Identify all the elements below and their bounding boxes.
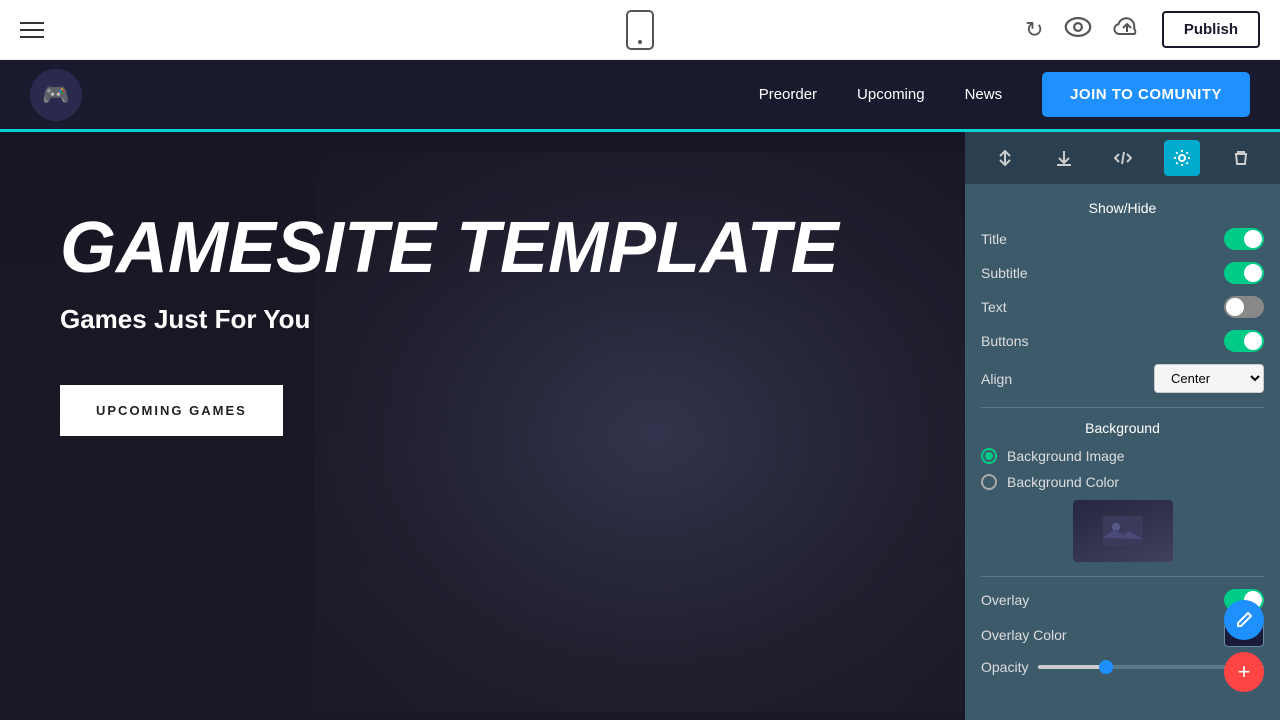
subtitle-toggle-label: Subtitle <box>981 265 1028 281</box>
hero-content: GAMESITE TEMPLATE Games Just For You UPC… <box>0 132 965 516</box>
toolbar-center <box>626 10 654 50</box>
settings-tool-button[interactable] <box>1164 140 1200 176</box>
background-color-radio[interactable] <box>981 474 997 490</box>
nav-link-upcoming[interactable]: Upcoming <box>857 86 925 103</box>
text-toggle[interactable] <box>1224 296 1264 318</box>
text-toggle-label: Text <box>981 299 1007 315</box>
subtitle-toggle[interactable] <box>1224 262 1264 284</box>
opacity-label: Opacity <box>981 659 1028 675</box>
title-toggle-knob <box>1244 230 1262 248</box>
panel-toolbar <box>965 132 1280 184</box>
align-label: Align <box>981 371 1012 387</box>
opacity-slider-thumb[interactable] <box>1099 660 1113 674</box>
nav-link-preorder[interactable]: Preorder <box>759 86 817 103</box>
toolbar-right: ↺ Publish <box>1025 11 1260 48</box>
opacity-slider-fill <box>1038 665 1106 669</box>
background-image-radio-row: Background Image <box>981 448 1264 464</box>
publish-label: Publish <box>1184 21 1238 38</box>
background-color-radio-row: Background Color <box>981 474 1264 490</box>
logo-image: 🎮 <box>30 69 82 121</box>
join-community-button[interactable]: JOIN TO COMUNITY <box>1042 72 1250 117</box>
overlay-color-label: Overlay Color <box>981 627 1067 643</box>
publish-button[interactable]: Publish <box>1162 11 1260 48</box>
background-image-radio[interactable] <box>981 448 997 464</box>
show-hide-label: Show/Hide <box>981 200 1264 216</box>
divider-1 <box>981 407 1264 408</box>
nav-logo: 🎮 <box>30 69 82 121</box>
add-float-button[interactable]: + <box>1224 652 1264 692</box>
sort-tool-button[interactable] <box>987 140 1023 176</box>
edit-float-button[interactable] <box>1224 600 1264 640</box>
panel-content: Show/Hide Title Subtitle Text <box>965 184 1280 720</box>
text-toggle-knob <box>1226 298 1244 316</box>
divider-2 <box>981 576 1264 577</box>
buttons-toggle-row: Buttons <box>981 330 1264 352</box>
overlay-toggle-label: Overlay <box>981 592 1029 608</box>
mobile-preview-icon[interactable] <box>626 10 654 50</box>
content-row: GAMESITE TEMPLATE Games Just For You UPC… <box>0 132 1280 720</box>
upcoming-games-button[interactable]: UPCOMING GAMES <box>60 385 283 436</box>
nav-link-news[interactable]: News <box>965 86 1003 103</box>
toolbar-left <box>20 22 44 38</box>
add-icon: + <box>1238 661 1251 683</box>
buttons-toggle-knob <box>1244 332 1262 350</box>
opacity-row: Opacity <box>981 659 1264 675</box>
cloud-upload-icon[interactable] <box>1112 16 1142 43</box>
align-row: Align Center Left Right <box>981 364 1264 393</box>
hero-subtitle: Games Just For You <box>60 304 905 335</box>
image-preview-inner <box>1073 500 1173 562</box>
text-toggle-row: Text <box>981 296 1264 318</box>
logo-emoji: 🎮 <box>42 82 69 108</box>
buttons-toggle-label: Buttons <box>981 333 1028 349</box>
title-toggle-row: Title <box>981 228 1264 250</box>
subtitle-toggle-row: Subtitle <box>981 262 1264 284</box>
title-toggle-label: Title <box>981 231 1007 247</box>
delete-tool-button[interactable] <box>1223 140 1259 176</box>
hero-title: GAMESITE TEMPLATE <box>60 212 905 284</box>
background-image-label: Background Image <box>1007 448 1125 464</box>
subtitle-toggle-knob <box>1244 264 1262 282</box>
nav-bar: 🎮 Preorder Upcoming News JOIN TO COMUNIT… <box>0 60 1280 132</box>
top-toolbar: ↺ Publish <box>0 0 1280 60</box>
background-color-label: Background Color <box>1007 474 1119 490</box>
align-select[interactable]: Center Left Right <box>1154 364 1264 393</box>
hamburger-menu-icon[interactable] <box>20 22 44 38</box>
overlay-color-row: Overlay Color <box>981 623 1264 647</box>
download-tool-button[interactable] <box>1046 140 1082 176</box>
eye-icon[interactable] <box>1064 17 1092 42</box>
background-image-preview[interactable] <box>1073 500 1173 562</box>
undo-icon[interactable]: ↺ <box>1025 17 1043 43</box>
right-panel: Show/Hide Title Subtitle Text <box>965 132 1280 720</box>
title-toggle[interactable] <box>1224 228 1264 250</box>
nav-links: Preorder Upcoming News JOIN TO COMUNITY <box>759 72 1250 117</box>
hero-section: GAMESITE TEMPLATE Games Just For You UPC… <box>0 132 965 720</box>
code-tool-button[interactable] <box>1105 140 1141 176</box>
buttons-toggle[interactable] <box>1224 330 1264 352</box>
overlay-toggle-row: Overlay <box>981 589 1264 611</box>
background-label: Background <box>981 420 1264 436</box>
